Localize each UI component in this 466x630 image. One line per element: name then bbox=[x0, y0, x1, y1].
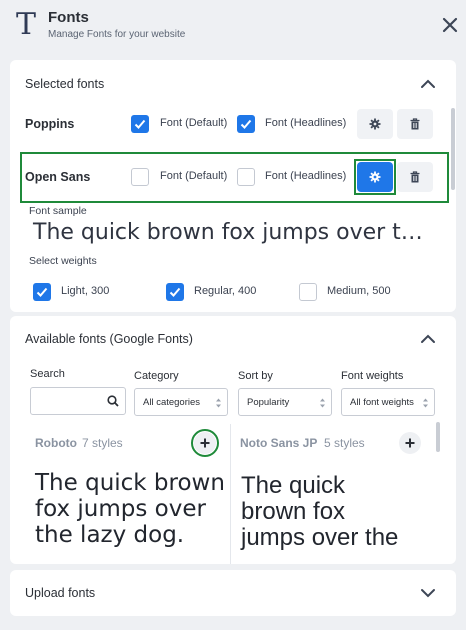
plus-icon bbox=[405, 438, 415, 448]
default-checkbox[interactable] bbox=[131, 168, 149, 186]
headlines-label: Font (Headlines) bbox=[265, 117, 347, 129]
available-fonts-title: Available fonts (Google Fonts) bbox=[25, 332, 193, 346]
headlines-checkbox[interactable] bbox=[237, 168, 255, 186]
font-sample-text: The quick brown fox jumps over t… bbox=[33, 220, 423, 245]
settings-button[interactable] bbox=[357, 109, 393, 139]
delete-button[interactable] bbox=[397, 162, 433, 192]
selected-scrollbar[interactable] bbox=[451, 108, 455, 190]
weight-checkbox-regular[interactable] bbox=[166, 283, 184, 301]
font-card-styles: 5 styles bbox=[324, 436, 365, 450]
sort-value: Popularity bbox=[247, 397, 290, 408]
sort-arrows-icon bbox=[423, 398, 428, 408]
category-value: All categories bbox=[143, 397, 201, 408]
chevron-up-icon[interactable] bbox=[418, 329, 438, 349]
font-card-styles: 7 styles bbox=[82, 436, 123, 450]
font-card-sample-line: jumps over the bbox=[241, 524, 399, 551]
selected-fonts-card: Selected fonts Poppins Font (Default) Fo… bbox=[10, 60, 456, 312]
font-row-name: Poppins bbox=[25, 117, 75, 131]
search-input[interactable] bbox=[30, 387, 126, 415]
check-icon bbox=[36, 287, 48, 297]
default-checkbox[interactable] bbox=[131, 115, 149, 133]
default-label: Font (Default) bbox=[160, 170, 228, 182]
weight-checkbox-light[interactable] bbox=[33, 283, 51, 301]
close-icon[interactable] bbox=[440, 15, 460, 35]
category-select[interactable]: All categories bbox=[134, 388, 228, 416]
settings-button-highlight bbox=[354, 159, 396, 195]
sort-select[interactable]: Popularity bbox=[238, 388, 332, 416]
delete-button[interactable] bbox=[397, 109, 433, 139]
search-label: Search bbox=[30, 368, 65, 380]
font-weights-select[interactable]: All font weights bbox=[341, 388, 435, 416]
available-scrollbar[interactable] bbox=[436, 422, 440, 452]
font-row-name: Open Sans bbox=[25, 170, 91, 184]
font-weights-label: Font weights bbox=[341, 370, 404, 382]
weight-label: Medium, 500 bbox=[327, 285, 391, 297]
default-label: Font (Default) bbox=[160, 117, 228, 129]
sort-arrows-icon bbox=[320, 398, 325, 408]
check-icon bbox=[169, 287, 181, 297]
font-weights-value: All font weights bbox=[350, 397, 414, 408]
font-card-name: Noto Sans JP bbox=[240, 436, 318, 450]
check-icon bbox=[134, 119, 146, 129]
font-grid-divider bbox=[230, 424, 231, 564]
weight-label: Light, 300 bbox=[61, 285, 110, 297]
trash-icon bbox=[410, 118, 420, 130]
font-card-sample-line: fox jumps over bbox=[35, 496, 206, 522]
font-card-name: Roboto bbox=[35, 436, 77, 450]
panel-subtitle: Manage Fonts for your website bbox=[48, 29, 186, 40]
weight-label: Regular, 400 bbox=[194, 285, 257, 297]
font-card-sample: The quick brown fox jumps over the lazy … bbox=[35, 470, 225, 548]
selected-fonts-title: Selected fonts bbox=[25, 77, 105, 91]
chevron-up-icon[interactable] bbox=[418, 74, 438, 94]
weight-checkbox-medium[interactable] bbox=[299, 283, 317, 301]
sort-label: Sort by bbox=[238, 370, 273, 382]
font-card-sample-line: brown fox bbox=[241, 498, 346, 525]
trash-icon bbox=[410, 171, 420, 183]
font-sample-label: Font sample bbox=[29, 205, 87, 217]
category-label: Category bbox=[134, 370, 179, 382]
fonts-icon: T bbox=[16, 7, 37, 42]
font-card-sample-line: The quick brown bbox=[35, 470, 225, 496]
chevron-down-icon[interactable] bbox=[418, 583, 438, 603]
available-fonts-card: Available fonts (Google Fonts) Search Ca… bbox=[10, 316, 456, 564]
font-card-sample: The quick brown fox jumps over the bbox=[241, 473, 398, 551]
panel-header: T Fonts Manage Fonts for your website bbox=[0, 0, 466, 56]
headlines-label: Font (Headlines) bbox=[265, 170, 347, 182]
upload-fonts-card[interactable]: Upload fonts bbox=[10, 570, 456, 616]
panel-title: Fonts bbox=[48, 9, 89, 26]
sort-arrows-icon bbox=[216, 398, 221, 408]
add-font-button[interactable] bbox=[399, 432, 421, 454]
font-card-sample-line: The quick bbox=[241, 472, 346, 499]
search-icon bbox=[107, 395, 119, 407]
headlines-checkbox[interactable] bbox=[237, 115, 255, 133]
check-icon bbox=[240, 119, 252, 129]
gear-icon bbox=[369, 118, 381, 130]
select-weights-label: Select weights bbox=[29, 255, 97, 267]
add-font-button-highlight bbox=[191, 429, 219, 457]
upload-fonts-title: Upload fonts bbox=[25, 586, 96, 600]
font-card-sample-line: the lazy dog. bbox=[35, 522, 185, 548]
